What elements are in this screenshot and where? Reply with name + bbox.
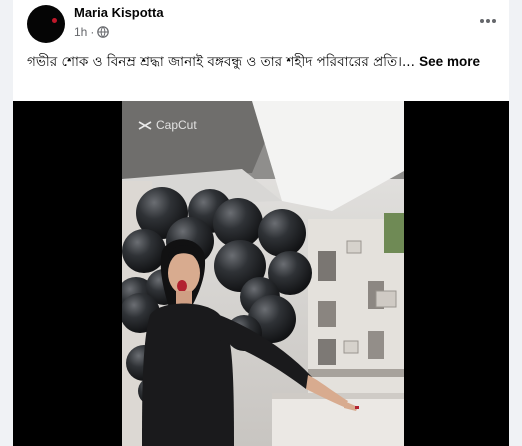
watermark-text: CapCut: [156, 118, 197, 132]
post-meta: 1h ·: [74, 25, 110, 39]
capcut-logo-icon: [138, 120, 152, 130]
avatar[interactable]: [27, 5, 65, 43]
video-scene-image: [122, 101, 404, 446]
capcut-watermark: CapCut: [138, 118, 197, 132]
avatar-graphic: [52, 18, 57, 23]
post-time[interactable]: 1h: [74, 25, 87, 39]
post-caption: গভীর শোক ও বিনম্র শ্রদ্ধা জানাই বঙ্গবন্ধ…: [27, 52, 499, 72]
see-more-link[interactable]: See more: [419, 54, 480, 69]
globe-icon[interactable]: [97, 26, 110, 38]
caption-text: গভীর শোক ও বিনম্র শ্রদ্ধা জানাই বঙ্গবন্ধ…: [27, 54, 415, 70]
post-header: Maria Kispotta 1h ·: [13, 0, 509, 50]
video-frame[interactable]: CapCut: [122, 101, 404, 446]
meta-separator: ·: [90, 25, 95, 39]
post-card: Maria Kispotta 1h · গভীর শোক ও বিনম্র শ্…: [13, 0, 509, 446]
more-options-button[interactable]: [477, 10, 499, 32]
author-name[interactable]: Maria Kispotta: [74, 5, 164, 20]
more-horizontal-icon: [480, 19, 496, 23]
post-media[interactable]: CapCut: [13, 101, 509, 446]
